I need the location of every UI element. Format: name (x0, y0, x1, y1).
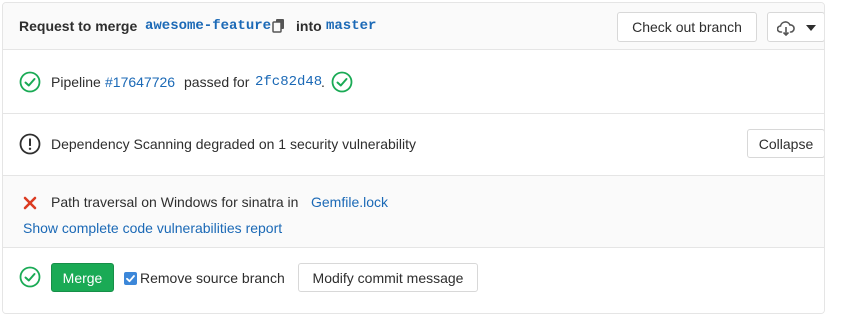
copy-icon (272, 19, 284, 33)
merge-button[interactable]: Merge (51, 263, 114, 292)
merge-actions-row: Merge Remove source branch Modify commit… (3, 248, 824, 313)
pipeline-status-row: Pipeline #17647726 passed for 2fc82d48 . (3, 50, 824, 114)
remove-source-branch-label[interactable]: Remove source branch (140, 270, 285, 286)
pipeline-status-icon[interactable] (331, 71, 353, 93)
pipeline-passed-text: passed for (184, 74, 250, 90)
cloud-download-icon (777, 21, 795, 36)
vulnerability-text: Path traversal on Windows for sinatra in (51, 194, 299, 210)
collapse-button[interactable]: Collapse (747, 129, 824, 158)
source-branch-link[interactable]: awesome-feature (145, 18, 271, 34)
vulnerabilities-row: Path traversal on Windows for sinatra in… (3, 176, 824, 248)
close-icon (23, 196, 37, 210)
header-into: into (296, 18, 322, 34)
commit-sha-link[interactable]: 2fc82d48 (255, 74, 322, 90)
pipeline-label: Pipeline (51, 74, 101, 90)
check-out-branch-button[interactable]: Check out branch (617, 12, 757, 42)
modify-commit-message-button[interactable]: Modify commit message (298, 263, 478, 292)
pipeline-id-link[interactable]: #17647726 (105, 74, 175, 90)
security-message: Dependency Scanning degraded on 1 securi… (51, 136, 417, 152)
merge-request-widget: Request to merge awesome-feature into ma… (2, 2, 825, 314)
merge-request-header: Request to merge awesome-feature into ma… (3, 3, 824, 50)
chevron-down-icon (806, 25, 816, 31)
ready-to-merge-icon (19, 266, 41, 288)
full-report-link[interactable]: Show complete code vulnerabilities repor… (23, 220, 282, 236)
security-report-row: Dependency Scanning degraded on 1 securi… (3, 114, 824, 176)
header-prefix: Request to merge (19, 18, 138, 34)
pipeline-period: . (321, 74, 325, 90)
warning-icon (19, 133, 41, 155)
vulnerability-file-link[interactable]: Gemfile.lock (311, 194, 388, 210)
download-dropdown-button[interactable] (767, 12, 824, 42)
copy-branch-icon[interactable] (272, 18, 286, 34)
remove-source-branch-checkbox[interactable] (124, 272, 137, 285)
status-success-icon[interactable] (19, 71, 41, 93)
target-branch-link[interactable]: master (326, 18, 376, 34)
checkmark-icon (126, 275, 135, 283)
